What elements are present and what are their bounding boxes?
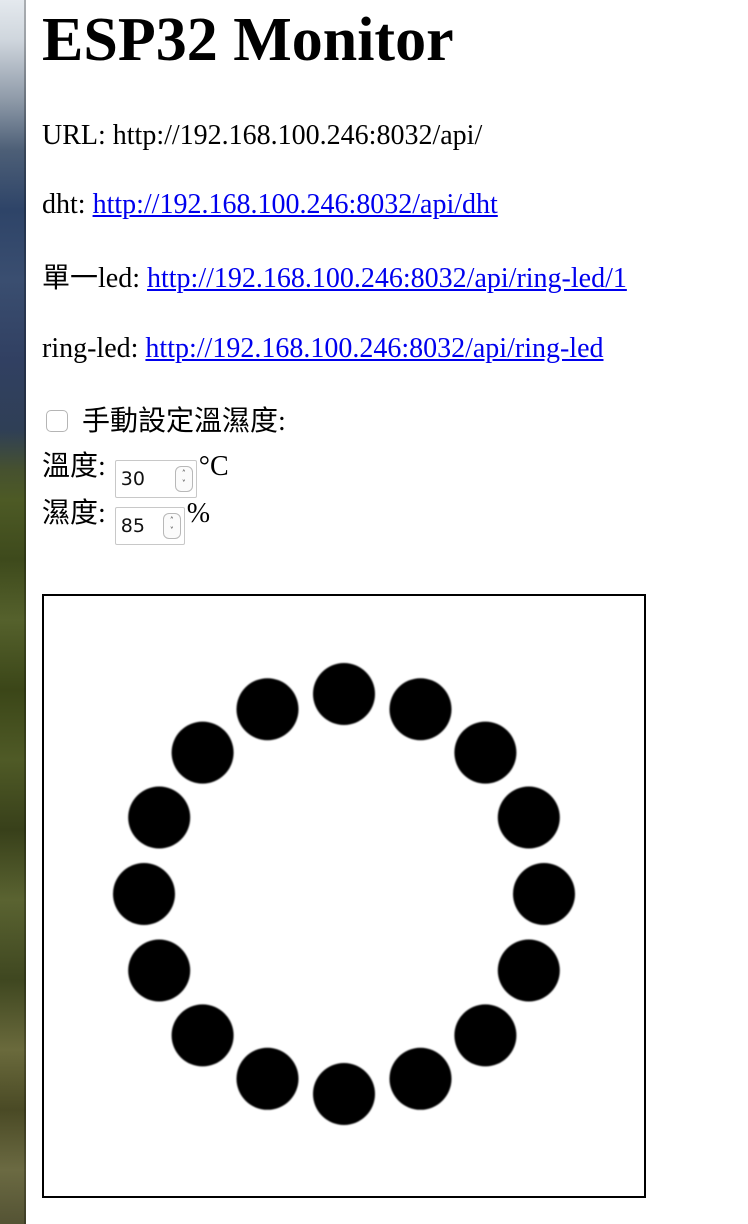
ring-led-display [113,663,575,1125]
single-led-label: 單一led: [42,263,140,294]
single-led-link[interactable]: http://192.168.100.246:8032/api/ring-led… [147,263,627,294]
ring-led-7 [454,1004,517,1067]
dht-link-row: dht: http://192.168.100.246:8032/api/dht [42,188,498,222]
single-led-link-row: 單一led: http://192.168.100.246:8032/api/r… [42,262,627,296]
ring-led-9 [313,1063,375,1125]
ring-led-4 [497,786,560,849]
humidity-value[interactable]: 85 [121,508,163,544]
ring-led-13 [113,863,175,925]
temperature-value[interactable]: 30 [121,461,175,497]
humidity-spinner[interactable]: ˄ ˅ [162,513,181,539]
temperature-unit: °C [198,451,229,482]
dht-label: dht: [42,189,86,220]
humidity-input[interactable]: 85 ˄ ˅ [114,507,185,545]
manual-setting-label: 手動設定溫濕度: [82,406,286,437]
ring-led-11 [171,1004,234,1067]
ring-led-2 [389,678,452,741]
ring-led-label: ring-led: [42,333,139,364]
dht-link[interactable]: http://192.168.100.246:8032/api/dht [93,189,498,220]
ring-led-3 [454,721,517,784]
background-photo-strip [0,0,26,1224]
ring-led-1 [313,663,375,725]
ring-led-12 [128,939,191,1002]
manual-setting-checkbox[interactable] [46,410,68,432]
humidity-unit: % [186,498,211,529]
url-label: URL: [42,120,106,151]
temperature-input[interactable]: 30 ˄ ˅ [114,460,197,498]
ring-led-5 [513,863,575,925]
page-title: ESP32 Monitor [42,6,454,74]
chevron-down-icon[interactable]: ˅ [182,479,186,489]
temperature-row: 溫度: 30 ˄ ˅ °C [42,450,229,498]
chevron-up-icon[interactable]: ˄ [182,469,186,479]
ring-led-15 [171,721,234,784]
ring-led-10 [236,1047,299,1110]
ring-led-14 [128,786,191,849]
ring-led-link[interactable]: http://192.168.100.246:8032/api/ring-led [145,333,603,364]
humidity-label: 濕度: [42,498,106,529]
manual-setting-row: 手動設定溫濕度: [42,405,286,439]
temperature-label: 溫度: [42,451,106,482]
url-value: http://192.168.100.246:8032/api/ [112,120,483,151]
ring-led-16 [236,678,299,741]
chevron-up-icon[interactable]: ˄ [170,516,174,526]
ring-led-6 [497,939,560,1002]
temperature-spinner[interactable]: ˄ ˅ [174,466,193,492]
ring-led-canvas [42,594,646,1198]
humidity-row: 濕度: 85 ˄ ˅ % [42,497,210,545]
ring-led-8 [389,1047,452,1110]
url-row: URL: http://192.168.100.246:8032/api/ [42,119,482,153]
chevron-down-icon[interactable]: ˅ [170,526,174,536]
ring-led-link-row: ring-led: http://192.168.100.246:8032/ap… [42,332,604,366]
